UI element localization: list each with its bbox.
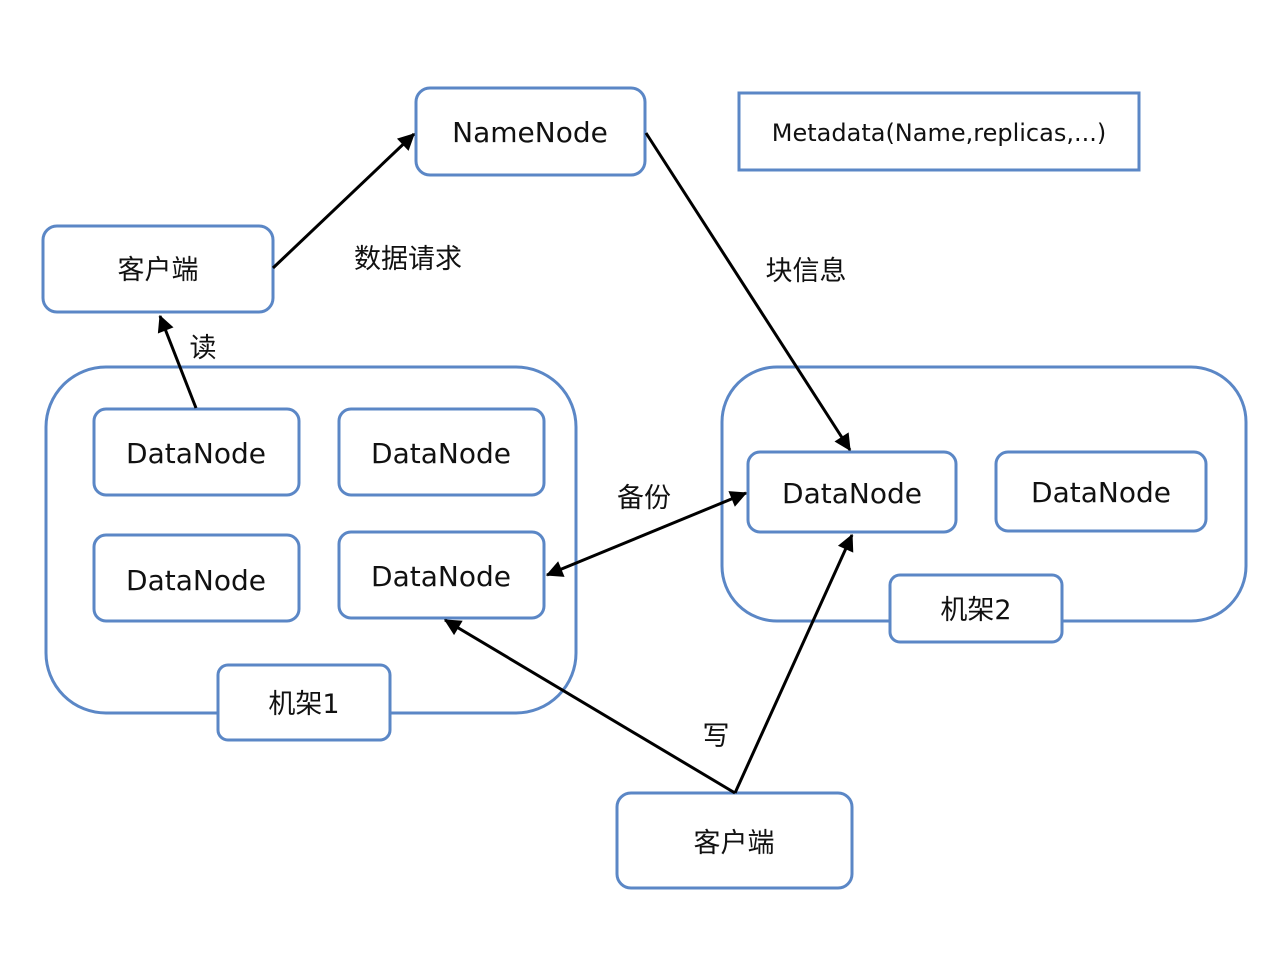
client-top-box: 客户端 [41,224,275,314]
backup-label: 备份 [617,483,671,514]
hdfs-diagram: NameNode Metadata(Name,replicas,...) 客户端… [41,86,1248,890]
datanode-label: DataNode [1031,476,1171,509]
rack1-label-box: 机架1 [216,663,392,742]
datanode-label: DataNode [371,560,511,593]
rack1-label: 机架1 [268,689,339,720]
rack2-label-box: 机架2 [888,573,1064,644]
metadata-label: Metadata(Name,replicas,...) [772,119,1106,147]
rack1-datanode-1: DataNode [92,407,301,497]
rack1-datanode-2: DataNode [337,407,546,497]
datanode-label: DataNode [782,477,922,510]
namenode-label: NameNode [452,116,608,149]
namenode-box: NameNode [414,86,647,177]
read-label: 读 [190,333,217,364]
datanode-label: DataNode [126,437,266,470]
client-bottom-box: 客户端 [615,791,854,890]
client-top-label: 客户端 [118,255,199,286]
rack1-datanode-4: DataNode [337,530,546,620]
rack2-label: 机架2 [940,595,1011,626]
data-request-label: 数据请求 [354,244,462,275]
block-info-label: 块信息 [766,256,847,287]
client-bottom-label: 客户端 [694,828,775,859]
rack2-datanode-2: DataNode [994,450,1208,533]
write-label: 写 [703,721,730,752]
rack2-datanode-1: DataNode [746,450,958,534]
rack1-datanode-3: DataNode [92,533,301,623]
metadata-box: Metadata(Name,replicas,...) [737,91,1141,172]
datanode-label: DataNode [126,564,266,597]
datanode-label: DataNode [371,437,511,470]
